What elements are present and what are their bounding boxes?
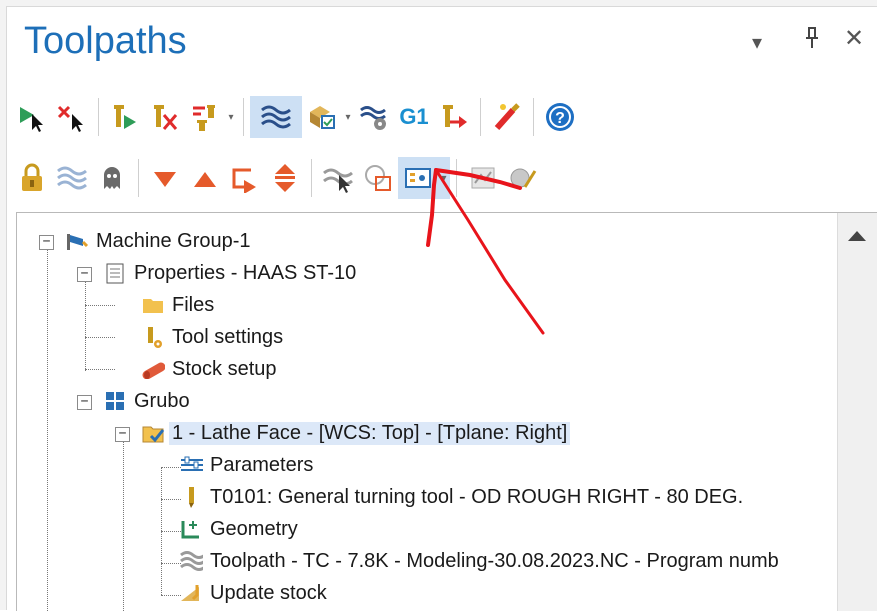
tree-node-machine-group[interactable]: Machine Group-1 — [65, 229, 254, 253]
properties-icon — [103, 261, 127, 285]
panel-title: Toolpaths — [24, 20, 187, 62]
window-left-border — [0, 6, 7, 610]
tree-node-tool-settings[interactable]: Tool settings — [141, 325, 286, 349]
tree-connector — [85, 305, 115, 306]
tree-connector — [161, 531, 181, 532]
ghost-icon[interactable] — [92, 157, 132, 199]
stock-setup-icon — [141, 357, 165, 381]
folder-icon — [141, 293, 165, 317]
tree-connector — [47, 248, 48, 611]
tree-connector — [85, 369, 115, 370]
files-label: Files — [172, 293, 215, 316]
stock-setup-label: Stock setup — [172, 357, 277, 380]
tree-node-properties[interactable]: Properties - HAAS ST-10 — [103, 261, 359, 285]
toolpath-icon — [179, 549, 203, 573]
move-insert-arrow-icon[interactable] — [434, 96, 474, 138]
tree-node-group[interactable]: Grubo — [103, 389, 193, 413]
select-all-operations-icon[interactable] — [12, 96, 52, 138]
toolbar-separator — [533, 98, 534, 136]
tool-settings-label: Tool settings — [172, 325, 284, 348]
turning-tool-icon — [179, 485, 203, 509]
tree-node-stock-setup[interactable]: Stock setup — [141, 357, 280, 381]
display-options-icon[interactable] — [398, 157, 438, 199]
regenerate-all-dirty-icon[interactable] — [145, 96, 185, 138]
collapse-properties-icon[interactable]: − — [77, 267, 92, 282]
toolbar-separator — [243, 98, 244, 136]
regenerate-selected-icon[interactable] — [105, 96, 145, 138]
edit-tool-icon[interactable] — [487, 96, 527, 138]
parameters-label: Parameters — [210, 453, 314, 476]
parameters-icon — [179, 453, 203, 477]
properties-label: Properties - HAAS ST-10 — [134, 261, 357, 284]
toolbar-row-2: ▾ — [12, 157, 543, 199]
simulate-icon[interactable] — [354, 96, 394, 138]
toggle-posting-icon[interactable] — [185, 96, 225, 138]
display-options-dropdown[interactable]: ▾ — [438, 157, 450, 199]
tree-connector — [85, 277, 86, 371]
move-down-icon[interactable] — [145, 157, 185, 199]
toolbar-row-1: ▾ ▾ G1 ? — [12, 96, 580, 138]
toggle-posting-dropdown[interactable]: ▾ — [225, 96, 237, 138]
update-stock-label: Update stock — [210, 581, 327, 604]
toolpath-group-icon — [103, 389, 127, 413]
move-up-icon[interactable] — [185, 157, 225, 199]
collapse-machine-group-icon[interactable]: − — [39, 235, 54, 250]
svg-text:?: ? — [555, 110, 565, 127]
tool-settings-icon — [141, 325, 165, 349]
machine-group-label: Machine Group-1 — [96, 229, 251, 252]
panel-menu-icon[interactable]: ▾ — [752, 30, 762, 55]
toolbar-separator — [480, 98, 481, 136]
select-all-dirty-operations-icon[interactable] — [52, 96, 92, 138]
select-region-icon[interactable] — [358, 157, 398, 199]
operation-folder-icon — [141, 421, 165, 445]
tree-node-geometry[interactable]: Geometry — [179, 517, 301, 541]
toolbar-separator — [311, 159, 312, 197]
machine-group-icon — [65, 229, 89, 253]
verify-dropdown[interactable]: ▾ — [342, 96, 354, 138]
scroll-to-insert-icon[interactable] — [265, 157, 305, 199]
operation-label: 1 - Lathe Face - [WCS: Top] - [Tplane: R… — [169, 421, 571, 445]
tree-connector — [161, 499, 181, 500]
tree-node-tool[interactable]: T0101: General turning tool - OD ROUGH R… — [179, 485, 746, 509]
toolpath-tree[interactable]: − Machine Group-1 − Properties - HAAS ST… — [16, 212, 877, 611]
close-icon[interactable]: ✕ — [844, 24, 864, 53]
collapse-group-icon[interactable]: − — [77, 395, 92, 410]
lock-icon[interactable] — [12, 157, 52, 199]
toggle-display-icon[interactable] — [52, 157, 92, 199]
tree-node-toolpath[interactable]: Toolpath - TC - 7.8K - Modeling-30.08.20… — [179, 549, 782, 573]
pin-icon[interactable] — [802, 26, 822, 57]
tree-node-operation[interactable]: 1 - Lathe Face - [WCS: Top] - [Tplane: R… — [141, 421, 571, 445]
update-stock-icon — [179, 581, 203, 605]
backplot-icon[interactable] — [250, 96, 302, 138]
vertical-scrollbar[interactable] — [837, 213, 877, 611]
tree-connector — [123, 437, 124, 611]
tree-connector — [161, 595, 181, 596]
tree-node-files[interactable]: Files — [141, 293, 217, 317]
g1-post-icon[interactable]: G1 — [394, 96, 434, 138]
tool-label: T0101: General turning tool - OD ROUGH R… — [210, 485, 744, 508]
group-label: Grubo — [134, 389, 190, 412]
hide-toolpath-icon[interactable] — [318, 157, 358, 199]
tree-node-parameters[interactable]: Parameters — [179, 453, 316, 477]
collapse-operation-icon[interactable]: − — [115, 427, 130, 442]
tree-connector — [161, 467, 181, 468]
geometry-label: Geometry — [210, 517, 298, 540]
toolbar-separator — [138, 159, 139, 197]
toolpath-label: Toolpath - TC - 7.8K - Modeling-30.08.20… — [210, 549, 779, 572]
scroll-up-arrow-icon[interactable] — [848, 231, 866, 241]
tree-connector — [85, 337, 115, 338]
tree-connector — [161, 563, 181, 564]
toolbar-separator — [456, 159, 457, 197]
window-top-border — [0, 0, 877, 7]
tree-node-update-stock[interactable]: Update stock — [179, 581, 330, 605]
geometry-icon — [179, 517, 203, 541]
stock-icon[interactable] — [463, 157, 503, 199]
insert-after-icon[interactable] — [225, 157, 265, 199]
help-icon[interactable]: ? — [540, 96, 580, 138]
toolbar-separator — [98, 98, 99, 136]
verify-icon[interactable] — [302, 96, 342, 138]
shaded-icon[interactable] — [503, 157, 543, 199]
